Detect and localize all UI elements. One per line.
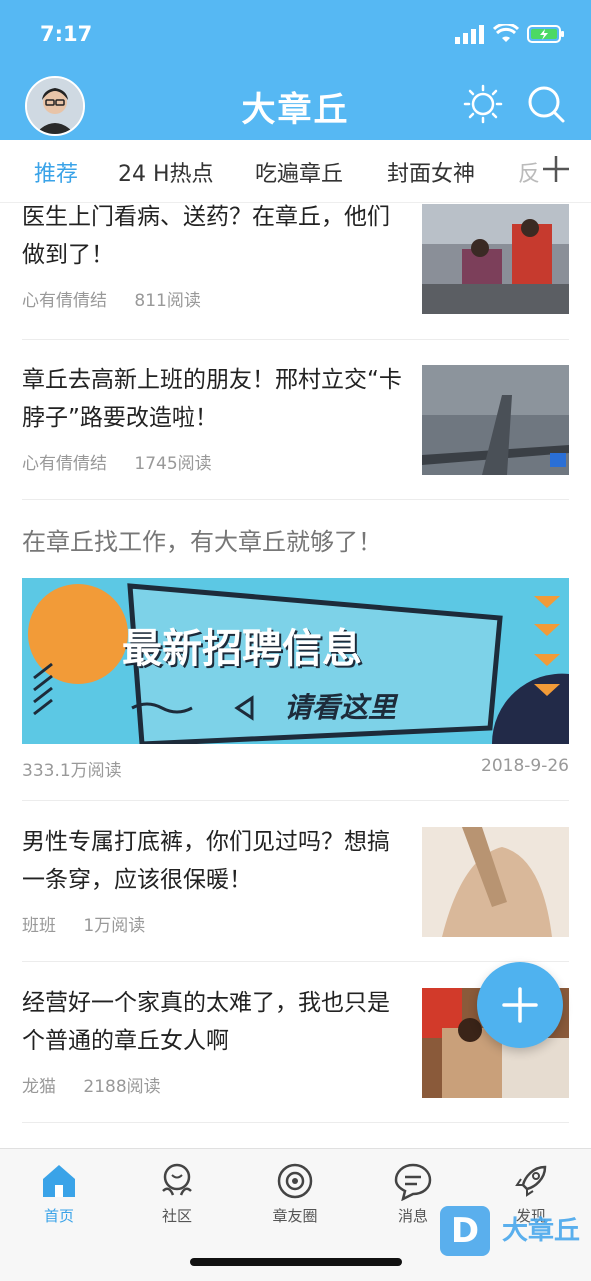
brightness-button[interactable] [463,84,503,124]
article-meta: 333.1万阅读 2018-9-26 [22,756,569,781]
article-thumbnail [422,204,569,314]
article-title: 男性专属打底裤，你们见过吗？想搞一条穿，应该很保暖！ [22,829,390,893]
article-reads: 811阅读 [134,291,201,311]
tab-hot24[interactable]: 24 H热点 [118,156,214,188]
article-reads: 1745阅读 [134,454,212,474]
search-button[interactable] [526,84,566,124]
nav-home[interactable]: 首页 [14,1161,104,1226]
tab-recommend[interactable]: 推荐 [34,156,78,188]
nav-community[interactable]: 社区 [132,1161,222,1226]
nav-circle[interactable]: 章友圈 [250,1161,340,1226]
article-reads: 2188阅读 [83,1077,161,1097]
search-icon [528,86,565,123]
battery-icon [527,25,564,43]
article-thumbnail [422,827,569,937]
article-author: 心有倩倩结 [22,291,107,311]
nav-label: 章友圈 [272,1207,318,1225]
list-item[interactable]: 在章丘找工作，有大章丘就够了！ 最新招聘信息 请看这里 333.1万阅读 201… [22,500,569,801]
article-author: 班班 [22,916,56,936]
list-item[interactable]: 男性专属打底裤，你们见过吗？想搞一条穿，应该很保暖！ 班班 1万阅读 [22,801,569,962]
list-item[interactable]: 医生上门看病、送药？在章丘，他们做到了！ 心有倩倩结 811阅读 [22,202,569,340]
plus-icon [543,156,569,182]
wifi-icon [493,24,519,42]
home-icon [43,1165,75,1197]
article-date: 2018-9-26 [481,756,569,776]
status-icons [455,24,565,44]
banner-headline: 最新招聘信息 [122,626,362,672]
nav-label: 首页 [43,1207,74,1225]
article-reads: 1万阅读 [83,916,146,936]
nav-label: 社区 [161,1207,192,1225]
plus-icon [502,987,538,1023]
article-author: 心有倩倩结 [22,454,107,474]
recruitment-banner: 最新招聘信息 请看这里 [22,578,569,744]
category-tabs: 推荐 24 H热点 吃遍章丘 封面女神 反 [0,140,591,203]
tab-more[interactable]: 反 [518,156,540,188]
status-time: 7:17 [40,22,93,46]
message-icon [394,1163,432,1201]
watermark-text: 大章丘 [502,1216,581,1246]
list-item[interactable]: 章丘去高新上班的朋友！邢村立交“卡脖子”路要改造啦！ 心有倩倩结 1745阅读 [22,339,569,500]
article-thumbnail [422,365,569,475]
app-header: 7:17 大章丘 [0,0,591,140]
article-author: 龙猫 [22,1077,56,1097]
article-title: 在章丘找工作，有大章丘就够了！ [22,528,382,556]
rocket-icon [515,1165,547,1197]
signal-icon [455,25,484,44]
article-title: 医生上门看病、送药？在章丘，他们做到了！ [22,204,390,268]
banner-subline: 请看这里 [284,691,397,724]
watermark-badge: D [440,1206,490,1256]
article-reads: 333.1万阅读 [22,761,122,781]
community-icon [162,1163,192,1196]
article-title: 章丘去高新上班的朋友！邢村立交“卡脖子”路要改造啦！ [22,367,402,431]
circle-icon [277,1163,313,1199]
add-tab-button[interactable] [541,154,571,184]
tab-food[interactable]: 吃遍章丘 [255,156,343,188]
compose-button[interactable] [477,962,563,1048]
watermark: D 大章丘 [440,1206,590,1256]
article-title: 经营好一个家真的太难了，我也只是个普通的章丘女人啊 [22,990,390,1054]
tab-cover-girl[interactable]: 封面女神 [387,156,475,188]
home-indicator [190,1258,402,1266]
sun-icon [463,84,503,124]
